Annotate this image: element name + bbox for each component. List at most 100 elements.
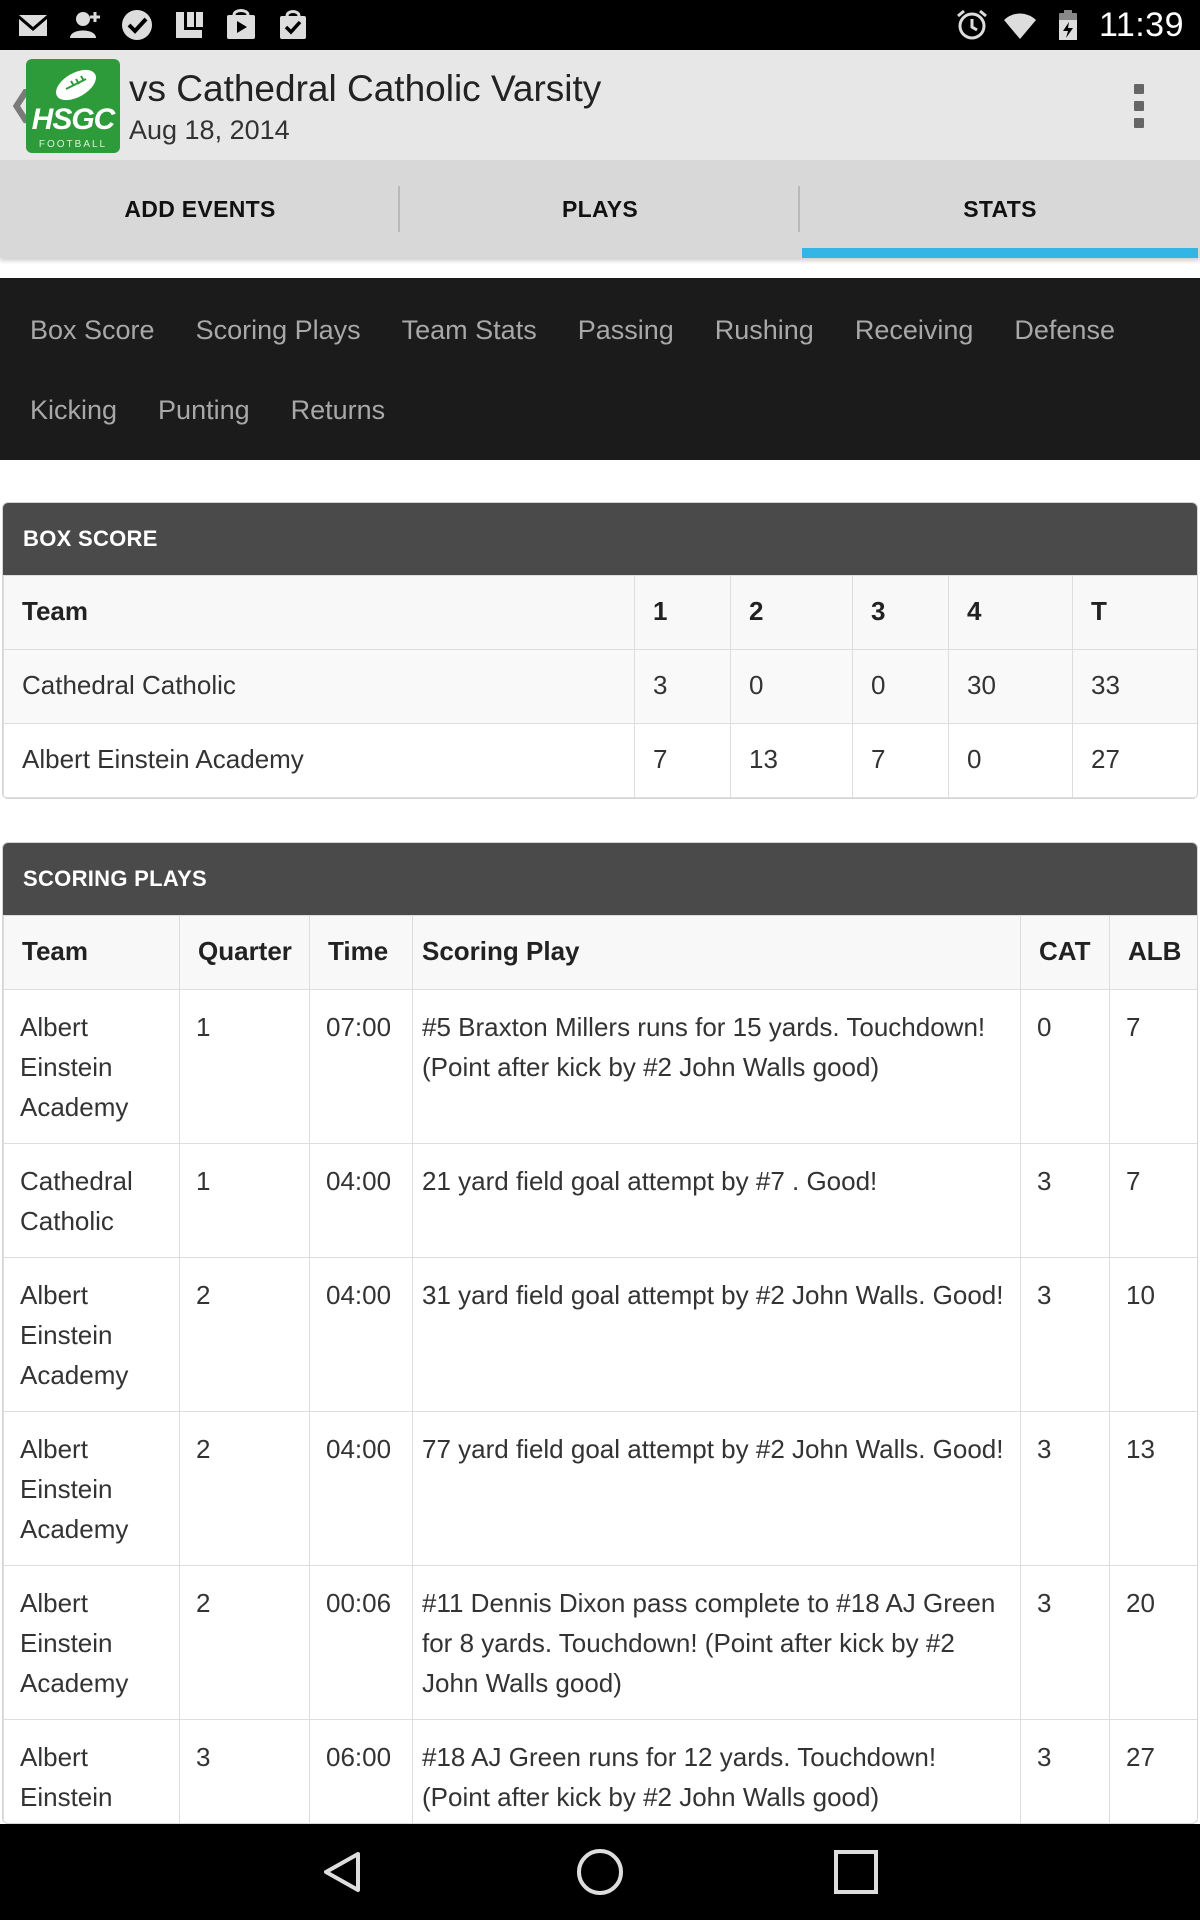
score-cell: 13 <box>730 723 853 798</box>
stats-link-receiving[interactable]: Receiving <box>855 290 974 370</box>
time-cell: 00:06 <box>309 1565 413 1720</box>
system-icons: 11:39 <box>955 0 1184 50</box>
recents-icon[interactable] <box>832 1848 880 1896</box>
play-description-cell: 21 yard field goal attempt by #7 . Good! <box>412 1143 1021 1258</box>
cat-score-cell: 3 <box>1020 1411 1110 1566</box>
box-score-table: Team 1 2 3 4 T Cathedral Catholic 3 0 0 … <box>3 575 1197 798</box>
column-header: T <box>1072 575 1197 650</box>
stats-link-punting[interactable]: Punting <box>158 370 250 450</box>
tab-stats[interactable]: STATS <box>800 160 1200 258</box>
quarter-cell: 2 <box>179 1565 310 1720</box>
column-header: Scoring Play <box>412 915 1021 990</box>
stats-link-returns[interactable]: Returns <box>291 370 386 450</box>
team-cell: Albert Einstein Academy <box>3 1565 180 1720</box>
column-header: Team <box>3 575 635 650</box>
score-cell: 7 <box>634 723 731 798</box>
alarm-icon <box>956 9 987 40</box>
tab-label: PLAYS <box>561 195 639 222</box>
app-icon <box>176 12 203 38</box>
page-title: vs Cathedral Catholic Varsity <box>129 68 602 109</box>
column-header: Team <box>3 915 180 990</box>
task-done-icon <box>122 10 152 40</box>
wifi-icon <box>1003 13 1036 40</box>
notification-icons <box>16 8 310 42</box>
stats-link-team-stats[interactable]: Team Stats <box>402 290 537 370</box>
home-icon[interactable] <box>576 1848 624 1896</box>
status-bar: 11:39 <box>0 0 1200 50</box>
quarter-cell: 1 <box>179 1143 310 1258</box>
stats-link-passing[interactable]: Passing <box>578 290 674 370</box>
column-header: ALB <box>1109 915 1197 990</box>
active-tab-indicator <box>802 248 1198 258</box>
table-header-row: Team 1 2 3 4 T <box>3 575 1197 650</box>
cat-score-cell: 3 <box>1020 1719 1110 1823</box>
score-cell: 7 <box>852 723 949 798</box>
team-cell: Albert Einstein Academy <box>3 1411 180 1566</box>
time-cell: 04:00 <box>309 1411 413 1566</box>
table-row: Albert Einstein Academy 2 04:00 77 yard … <box>3 1411 1197 1566</box>
gmail-icon <box>19 15 47 36</box>
logo-wordmark: HSGC <box>31 103 116 136</box>
score-cell: 0 <box>852 649 949 724</box>
logo-subtitle: FOOTBALL <box>38 139 108 150</box>
scoring-plays-heading: SCORING PLAYS <box>3 843 1197 915</box>
back-icon[interactable] <box>318 1848 366 1896</box>
scoring-plays-panel: SCORING PLAYS Team Quarter Time Scoring … <box>2 842 1198 1824</box>
play-description-cell: #11 Dennis Dixon pass complete to #18 AJ… <box>412 1565 1021 1720</box>
play-description-cell: #18 AJ Green runs for 12 yards. Touchdow… <box>412 1719 1021 1823</box>
quarter-cell: 2 <box>179 1411 310 1566</box>
scoring-plays-table: Team Quarter Time Scoring Play CAT ALB A… <box>3 915 1197 1823</box>
alb-score-cell: 20 <box>1109 1565 1197 1720</box>
total-cell: 33 <box>1072 649 1197 724</box>
alb-score-cell: 13 <box>1109 1411 1197 1566</box>
cat-score-cell: 0 <box>1020 989 1110 1144</box>
table-row: Cathedral Catholic 3 0 0 30 33 <box>3 649 1197 724</box>
cat-score-cell: 3 <box>1020 1143 1110 1258</box>
stats-link-rushing[interactable]: Rushing <box>715 290 814 370</box>
quarter-cell: 3 <box>179 1719 310 1823</box>
tab-plays[interactable]: PLAYS <box>400 160 800 258</box>
column-header: Time <box>309 915 413 990</box>
tab-add-events[interactable]: ADD EVENTS <box>0 160 400 258</box>
cat-score-cell: 3 <box>1020 1565 1110 1720</box>
team-cell: Albert Einstein Academy <box>3 989 180 1144</box>
play-description-cell: #5 Braxton Millers runs for 15 yards. To… <box>412 989 1021 1144</box>
quarter-cell: 1 <box>179 989 310 1144</box>
score-cell: 3 <box>634 649 731 724</box>
score-cell: 0 <box>730 649 853 724</box>
table-row: Albert Einstein Academy 1 07:00 #5 Braxt… <box>3 989 1197 1144</box>
cat-score-cell: 3 <box>1020 1257 1110 1412</box>
table-row: Albert Einstein Academy 2 00:06 #11 Denn… <box>3 1565 1197 1720</box>
stats-link-defense[interactable]: Defense <box>1014 290 1115 370</box>
stats-link-kicking[interactable]: Kicking <box>30 370 117 450</box>
column-header: 1 <box>634 575 731 650</box>
column-header: CAT <box>1020 915 1110 990</box>
action-bar: ❮ HSGC FOOTBALL vs Cathedral Catholic Va… <box>0 50 1200 160</box>
time-cell: 07:00 <box>309 989 413 1144</box>
stats-link-scoring-plays[interactable]: Scoring Plays <box>196 290 361 370</box>
game-date: Aug 18, 2014 <box>129 115 290 145</box>
table-row: Albert Einstein Academy 2 04:00 31 yard … <box>3 1257 1197 1412</box>
total-cell: 27 <box>1072 723 1197 798</box>
alb-score-cell: 27 <box>1109 1719 1197 1823</box>
stats-link-box-score[interactable]: Box Score <box>30 290 155 370</box>
play-description-cell: 31 yard field goal attempt by #2 John Wa… <box>412 1257 1021 1412</box>
time-cell: 04:00 <box>309 1143 413 1258</box>
overflow-menu-icon[interactable] <box>1134 84 1146 128</box>
team-cell: Albert Einstein Academy <box>3 1257 180 1412</box>
table-row: Cathedral Catholic 1 04:00 21 yard field… <box>3 1143 1197 1258</box>
time-cell: 06:00 <box>309 1719 413 1823</box>
score-cell: 0 <box>948 723 1073 798</box>
table-row: Albert Einstein Academy 7 13 7 0 27 <box>3 723 1197 798</box>
tab-bar: ADD EVENTS PLAYS STATS <box>0 160 1200 258</box>
score-cell: 30 <box>948 649 1073 724</box>
column-header: 3 <box>852 575 949 650</box>
alb-score-cell: 7 <box>1109 1143 1197 1258</box>
column-header: 4 <box>948 575 1073 650</box>
column-header: 2 <box>730 575 853 650</box>
app-logo[interactable]: HSGC FOOTBALL <box>26 59 120 153</box>
box-score-heading: BOX SCORE <box>3 503 1197 575</box>
stats-section-nav: Box Score Scoring Plays Team Stats Passi… <box>0 278 1200 460</box>
team-cell: Cathedral Catholic <box>3 649 635 724</box>
clock: 11:39 <box>1098 5 1184 44</box>
